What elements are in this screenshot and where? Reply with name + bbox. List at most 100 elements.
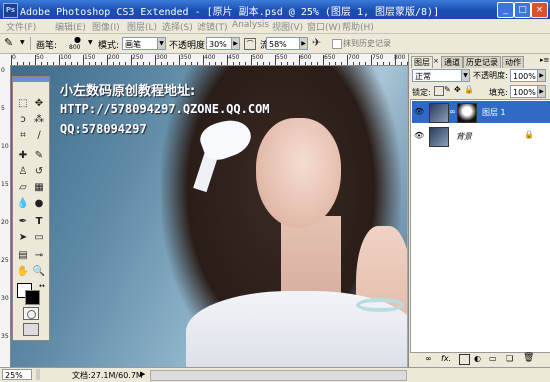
menu-analysis[interactable]: Analysis [232, 20, 269, 30]
ruler-tick [359, 62, 360, 65]
marquee-tool-icon[interactable]: ⬚ [16, 97, 30, 111]
layer-style-fx-icon[interactable]: fx. [441, 354, 451, 363]
close-tab-icon[interactable]: × [433, 57, 439, 65]
status-menu-arrow-icon[interactable]: ▶ [140, 370, 145, 378]
pen-pressure-icon[interactable]: ⌒ [244, 38, 256, 50]
ruler-tick [401, 62, 402, 65]
magic-wand-tool-icon[interactable]: ⁂ [32, 113, 46, 127]
mode-select[interactable]: 画笔 [122, 37, 158, 50]
brush-tool-icon[interactable]: ✎ [32, 149, 46, 163]
gradient-tool-icon[interactable]: ▦ [32, 181, 46, 195]
menu-layer[interactable]: 图层(L) [127, 20, 157, 33]
history-brush-tool-icon[interactable]: ↺ [32, 165, 46, 179]
menu-view[interactable]: 视图(V) [272, 20, 303, 33]
menu-file[interactable]: 文件(F) [6, 20, 36, 33]
tab-layers[interactable]: 图层 [411, 56, 433, 68]
new-group-icon[interactable]: ▭ [489, 354, 497, 363]
fill-arrow-icon[interactable]: ▶ [537, 85, 546, 98]
type-tool-icon[interactable]: T [32, 215, 46, 229]
adjustment-layer-icon[interactable]: ◐ [474, 354, 481, 363]
layer-row-selected[interactable]: 👁 ∞ 图层 1 [412, 101, 550, 123]
dodge-tool-icon[interactable]: ● [32, 197, 46, 211]
background-color-swatch[interactable] [25, 290, 40, 305]
menu-select[interactable]: 选择(S) [162, 20, 193, 33]
lock-transparent-icon[interactable] [434, 86, 444, 96]
layer-opacity-input[interactable]: 100% [510, 69, 538, 82]
blend-mode-chevron-icon[interactable]: ▼ [461, 69, 470, 82]
visibility-eye-icon[interactable]: 👁 [414, 107, 424, 117]
brush-chevron-icon[interactable]: ▼ [88, 39, 93, 46]
slice-tool-icon[interactable]: ∕ [32, 129, 46, 143]
history-brush-tool-icon[interactable]: ✎ [4, 36, 18, 50]
airbrush-icon[interactable]: ✈ [312, 36, 321, 49]
ruler-tick [347, 55, 348, 65]
eyedropper-tool-icon[interactable]: ⊸ [32, 249, 46, 263]
ruler-label: 500 [252, 54, 264, 61]
document-canvas[interactable]: 小左数码原创教程地址: HTTP://578094297.QZONE.QQ.CO… [11, 66, 407, 367]
fill-input[interactable]: 100% [510, 85, 538, 98]
menu-bar: 文件(F) 编辑(E) 图像(I) 图层(L) 选择(S) 滤镜(T) Anal… [0, 19, 550, 34]
ruler-tick [353, 62, 354, 65]
flow-input[interactable]: 58% [266, 37, 300, 50]
options-bar: ✎ ▼ 画笔: ● 800 ▼ 模式: 画笔 ▼ 不透明度: 30% ▶ ⌒ 流… [0, 34, 550, 54]
ruler-label: 700 [348, 54, 360, 61]
clone-stamp-tool-icon[interactable]: ♙ [16, 165, 30, 179]
layer-mask-thumbnail[interactable] [457, 103, 477, 123]
ruler-label: 150 [84, 54, 96, 61]
menu-help[interactable]: 帮助(H) [342, 20, 374, 33]
lock-position-icon[interactable]: ✥ [454, 85, 461, 94]
ruler-tick [125, 62, 126, 65]
move-tool-icon[interactable]: ✥ [32, 97, 46, 111]
panel-menu-icon[interactable]: ▸≡ [540, 56, 549, 64]
tool-preset-chevron-icon[interactable]: ▼ [20, 39, 25, 46]
layer-opacity-arrow-icon[interactable]: ▶ [537, 69, 546, 82]
opacity-input[interactable]: 30% [206, 37, 232, 50]
shape-tool-icon[interactable]: ▭ [32, 231, 46, 245]
flow-arrow-icon[interactable]: ▶ [299, 37, 308, 50]
screen-mode-icon[interactable] [23, 323, 39, 336]
maximize-button[interactable]: □ [514, 2, 531, 18]
close-button[interactable]: × [531, 2, 548, 18]
ruler-tick [311, 62, 312, 65]
minimize-button[interactable]: _ [497, 2, 514, 18]
menu-filter[interactable]: 滤镜(T) [197, 20, 228, 33]
new-layer-icon[interactable]: ❏ [506, 354, 513, 363]
horizontal-scrollbar[interactable] [150, 370, 407, 381]
ruler-label: 100 [60, 54, 72, 61]
chain-link-icon[interactable]: ∞ [449, 107, 456, 116]
zoom-level-input[interactable]: 25% [2, 369, 32, 380]
brush-picker[interactable]: ● 800 [68, 35, 86, 52]
opacity-arrow-icon[interactable]: ▶ [231, 37, 240, 50]
healing-brush-tool-icon[interactable]: ✚ [16, 149, 30, 163]
menu-edit[interactable]: 编辑(E) [55, 20, 86, 33]
trash-icon[interactable]: 🗑 [523, 353, 534, 363]
menu-window[interactable]: 窗口(W) [307, 20, 341, 33]
link-layers-icon[interactable]: ∞ [425, 354, 432, 363]
tab-channels[interactable]: 通道 [441, 56, 463, 68]
layer-row[interactable]: 👁 背景 🔒 [412, 125, 550, 147]
zoom-tool-icon[interactable]: 🔍 [32, 265, 46, 279]
crop-tool-icon[interactable]: ⌗ [16, 129, 30, 143]
lock-pixels-icon[interactable]: ✎ [444, 85, 451, 94]
lock-label: 锁定: [412, 88, 431, 97]
add-mask-icon[interactable] [459, 354, 470, 365]
blend-mode-select[interactable]: 正常 [412, 69, 462, 82]
quick-mask-icon[interactable] [23, 307, 39, 320]
menu-image[interactable]: 图像(I) [92, 20, 120, 33]
tab-history[interactable]: 历史记录 [463, 56, 501, 68]
lock-all-icon[interactable]: 🔒 [464, 85, 474, 94]
toolbox-grip[interactable] [13, 77, 49, 82]
visibility-eye-icon[interactable]: 👁 [414, 131, 424, 141]
history-checkbox[interactable] [332, 39, 342, 49]
hand-tool-icon[interactable]: ✋ [16, 265, 30, 279]
mode-chevron-icon[interactable]: ▼ [157, 37, 166, 50]
path-selection-tool-icon[interactable]: ➤ [16, 231, 30, 245]
ruler-label: 25 [1, 257, 9, 264]
swap-colors-icon[interactable]: ↔ [39, 282, 45, 290]
lasso-tool-icon[interactable]: ↄ [16, 113, 30, 127]
pen-tool-icon[interactable]: ✒ [16, 215, 30, 229]
notes-tool-icon[interactable]: ▤ [16, 249, 30, 263]
blur-tool-icon[interactable]: 💧 [16, 197, 30, 211]
tab-actions[interactable]: 动作 [502, 56, 524, 68]
eraser-tool-icon[interactable]: ▱ [16, 181, 30, 195]
